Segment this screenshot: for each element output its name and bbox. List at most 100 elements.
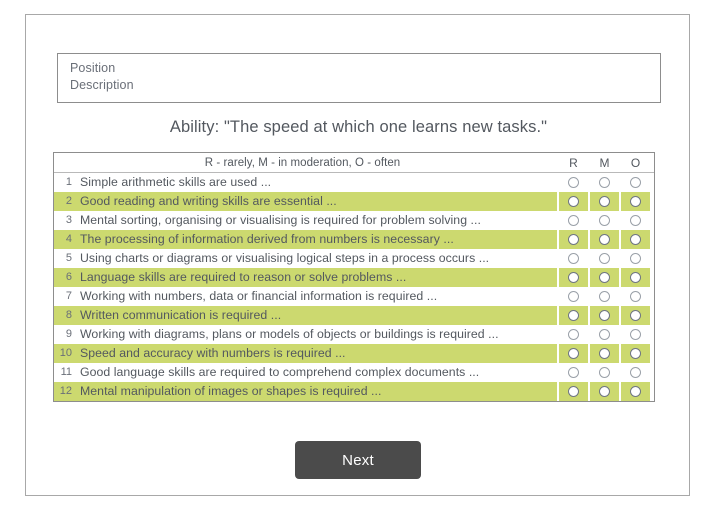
radio-cell-rarely[interactable]	[559, 344, 588, 363]
radio-often[interactable]	[630, 367, 641, 378]
radio-rarely[interactable]	[568, 234, 579, 245]
radio-rarely[interactable]	[568, 310, 579, 321]
radio-cell-rarely[interactable]	[559, 211, 588, 230]
radio-cell-rarely[interactable]	[559, 192, 588, 211]
radio-cell-often[interactable]	[621, 173, 650, 192]
row-number: 2	[54, 192, 75, 211]
survey-card: Position Description Ability: "The speed…	[25, 14, 690, 496]
radio-cell-rarely[interactable]	[559, 382, 588, 401]
radio-moderation[interactable]	[599, 291, 610, 302]
radio-cell-moderation[interactable]	[590, 325, 619, 344]
radio-cell-rarely[interactable]	[559, 306, 588, 325]
question-text: Simple arithmetic skills are used ...	[80, 175, 272, 189]
radio-cell-rarely[interactable]	[559, 173, 588, 192]
row-number: 7	[65, 290, 72, 302]
table-row: 12 Mental manipulation of images or shape…	[54, 382, 654, 401]
radio-rarely[interactable]	[568, 272, 579, 283]
radio-often[interactable]	[630, 329, 641, 340]
radio-often[interactable]	[630, 310, 641, 321]
radio-moderation[interactable]	[599, 234, 610, 245]
description-label: Description	[70, 78, 134, 92]
radio-moderation[interactable]	[599, 386, 610, 397]
row-number: 9	[65, 328, 72, 340]
radio-cell-often[interactable]	[621, 230, 650, 249]
question-text: Good reading and writing skills are esse…	[75, 192, 557, 211]
radio-cell-often[interactable]	[621, 287, 650, 306]
row-number: 5	[65, 252, 72, 264]
radio-cell-rarely[interactable]	[559, 268, 588, 287]
radio-cell-moderation[interactable]	[590, 382, 619, 401]
question-text: Using charts or diagrams or visualising …	[80, 251, 490, 265]
radio-cell-moderation[interactable]	[590, 173, 619, 192]
radio-rarely[interactable]	[568, 253, 579, 264]
radio-often[interactable]	[630, 234, 641, 245]
position-label: Position	[70, 61, 116, 75]
radio-cell-rarely[interactable]	[559, 363, 588, 382]
radio-moderation[interactable]	[599, 215, 610, 226]
radio-cell-often[interactable]	[621, 306, 650, 325]
radio-moderation[interactable]	[599, 367, 610, 378]
table-row: 11 Good language skills are required to c…	[54, 363, 654, 382]
radio-cell-often[interactable]	[621, 344, 650, 363]
table-row: 5 Using charts or diagrams or visualising…	[54, 249, 654, 268]
radio-cell-moderation[interactable]	[590, 306, 619, 325]
radio-often[interactable]	[630, 348, 641, 359]
radio-cell-rarely[interactable]	[559, 287, 588, 306]
table-row: 7 Working with numbers, data or financial…	[54, 287, 654, 306]
radio-often[interactable]	[630, 386, 641, 397]
question-text: Mental manipulation of images or shapes …	[75, 382, 557, 401]
radio-rarely[interactable]	[568, 348, 579, 359]
table-row: 3 Mental sorting, organising or visualisi…	[54, 211, 654, 230]
row-number: 4	[54, 230, 75, 249]
next-button[interactable]: Next	[295, 441, 421, 479]
table-row: 2 Good reading and writing skills are ess…	[54, 192, 654, 211]
column-header-moderation: M	[599, 155, 610, 170]
column-header-rarely: R	[569, 155, 578, 170]
page-title: Ability: "The speed at which one learns …	[169, 118, 548, 136]
radio-rarely[interactable]	[568, 196, 579, 207]
radio-cell-rarely[interactable]	[559, 325, 588, 344]
radio-cell-moderation[interactable]	[590, 230, 619, 249]
radio-often[interactable]	[630, 196, 641, 207]
radio-moderation[interactable]	[599, 272, 610, 283]
radio-cell-often[interactable]	[621, 192, 650, 211]
radio-cell-moderation[interactable]	[590, 268, 619, 287]
radio-cell-moderation[interactable]	[590, 363, 619, 382]
radio-cell-rarely[interactable]	[559, 249, 588, 268]
radio-cell-often[interactable]	[621, 211, 650, 230]
table-body: 1 Simple arithmetic skills are used ... 2 G…	[54, 173, 654, 401]
radio-often[interactable]	[630, 272, 641, 283]
radio-moderation[interactable]	[599, 177, 610, 188]
radio-cell-often[interactable]	[621, 382, 650, 401]
radio-rarely[interactable]	[568, 215, 579, 226]
radio-cell-rarely[interactable]	[559, 230, 588, 249]
radio-often[interactable]	[630, 215, 641, 226]
radio-rarely[interactable]	[568, 386, 579, 397]
radio-cell-often[interactable]	[621, 268, 650, 287]
table-row: 9 Working with diagrams, plans or models …	[54, 325, 654, 344]
radio-often[interactable]	[630, 291, 641, 302]
radio-often[interactable]	[630, 177, 641, 188]
radio-cell-often[interactable]	[621, 363, 650, 382]
radio-cell-often[interactable]	[621, 325, 650, 344]
radio-moderation[interactable]	[599, 348, 610, 359]
radio-moderation[interactable]	[599, 196, 610, 207]
radio-cell-moderation[interactable]	[590, 192, 619, 211]
radio-moderation[interactable]	[599, 329, 610, 340]
radio-rarely[interactable]	[568, 291, 579, 302]
radio-rarely[interactable]	[568, 329, 579, 340]
question-text: Mental sorting, organising or visualisin…	[80, 213, 481, 227]
question-text: Working with numbers, data or financial …	[80, 289, 438, 303]
radio-moderation[interactable]	[599, 253, 610, 264]
radio-rarely[interactable]	[568, 367, 579, 378]
radio-rarely[interactable]	[568, 177, 579, 188]
radio-cell-moderation[interactable]	[590, 344, 619, 363]
radio-moderation[interactable]	[599, 310, 610, 321]
radio-cell-moderation[interactable]	[590, 249, 619, 268]
radio-often[interactable]	[630, 253, 641, 264]
radio-cell-moderation[interactable]	[590, 287, 619, 306]
radio-cell-moderation[interactable]	[590, 211, 619, 230]
radio-cell-often[interactable]	[621, 249, 650, 268]
question-text: Speed and accuracy with numbers is requi…	[75, 344, 557, 363]
table-row: 6 Language skills are required to reason …	[54, 268, 654, 287]
